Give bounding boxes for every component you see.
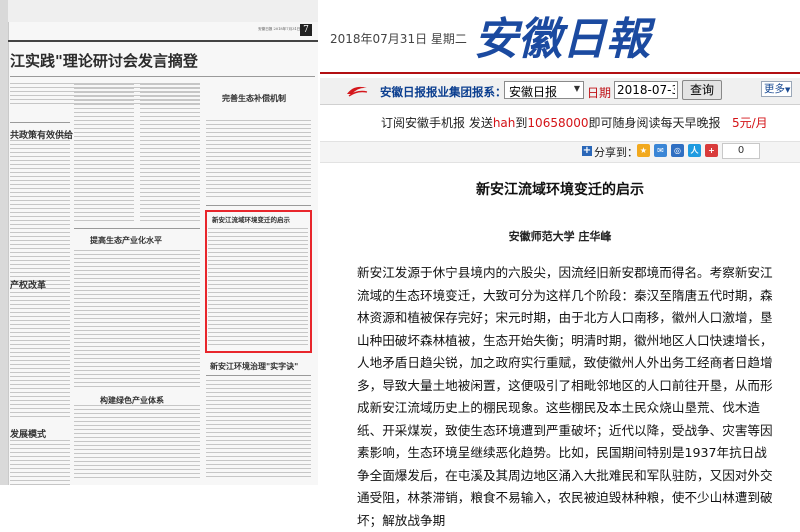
renren-icon[interactable]: 人 <box>688 144 701 157</box>
date-input[interactable] <box>614 81 678 99</box>
issue-date: 2018年07月31日 星期二 <box>330 32 467 46</box>
page-main-title: 江实践"理论研讨会发言摘登 <box>10 52 198 70</box>
thumb-headline: 构建绿色产业体系 <box>100 395 164 405</box>
article-body: 新安江发源于休宁县境内的六股尖，因流经旧新安郡境而得名。考察新安江流域的生态环境… <box>357 265 773 528</box>
thumb-headline: 完善生态补偿机制 <box>222 93 286 103</box>
thumb-headline: 发展模式 <box>10 430 47 440</box>
share-plus-icon[interactable]: + <box>582 146 592 156</box>
weibo-icon[interactable]: ✉ <box>654 144 667 157</box>
chevron-down-icon: ▼ <box>573 84 580 93</box>
thumbnail-gutter <box>0 0 8 485</box>
share-count: 0 <box>722 143 760 159</box>
qzone-icon[interactable]: ★ <box>637 144 650 157</box>
promo-price: 5元/月 <box>731 116 768 130</box>
divider <box>206 205 311 206</box>
promo-text: 到 <box>515 116 528 130</box>
selected-article-highlight[interactable] <box>205 210 312 353</box>
divider <box>10 76 315 77</box>
share-label: 分享到： <box>594 146 638 159</box>
anhui-daily-logo: 安徽日報 <box>474 14 656 65</box>
page-top-rule <box>8 40 318 42</box>
newspaper-group-icon <box>347 86 368 97</box>
divider <box>74 228 200 229</box>
promo-number: 10658000 <box>527 116 589 130</box>
divider <box>206 375 311 376</box>
article-author: 安徽师范大学 庄华峰 <box>508 230 612 243</box>
paper-select[interactable]: 安徽日报 ▼ <box>504 81 584 99</box>
more-button[interactable]: 更多▼ <box>761 81 792 97</box>
page-number: 7 <box>300 24 312 36</box>
text-column <box>74 250 200 390</box>
promo-keyword: hah <box>492 116 516 130</box>
newspaper-page-thumbnail[interactable]: 安徽日报 2018年7月31日 星期二 7 江实践"理论研讨会发言摘登 共政策有… <box>0 0 318 485</box>
promo-text: 订阅安徽手机报 发送 <box>381 116 493 130</box>
thumb-headline: 产权改革 <box>10 281 47 291</box>
date-label: 日期 <box>587 86 612 100</box>
thumb-headline: 新安江环境治理"实字诀" <box>210 361 299 371</box>
divider <box>10 122 70 123</box>
mobile-subscription-promo[interactable]: 订阅安徽手机报 发送hah到10658000即可随身阅读每天早晚报 5元/月 <box>381 114 768 131</box>
header-rule <box>320 72 800 74</box>
more-share-icon[interactable]: + <box>705 144 718 157</box>
more-label: 更多 <box>764 83 785 95</box>
text-column <box>74 84 134 224</box>
promo-text: 即可随身阅读每天早晚报 <box>588 116 721 130</box>
text-column <box>74 405 200 480</box>
text-column <box>10 440 70 485</box>
thumb-headline: 共政策有效供给 <box>10 131 74 141</box>
thumb-headline: 提高生态产业化水平 <box>90 235 162 245</box>
tencent-weibo-icon[interactable]: ◎ <box>671 144 684 157</box>
group-label: 安徽日报报业集团报系： <box>380 85 507 99</box>
logo-text: 安徽日報 <box>474 14 656 65</box>
paper-select-value: 安徽日报 <box>509 85 558 99</box>
text-column <box>206 380 311 480</box>
chevron-down-icon: ▼ <box>785 86 791 94</box>
article-title: 新安江流域环境变迁的启示 <box>476 182 644 198</box>
text-column <box>140 84 200 224</box>
query-button[interactable]: 查询 <box>682 80 722 100</box>
text-column <box>10 300 70 420</box>
text-column <box>206 120 311 200</box>
